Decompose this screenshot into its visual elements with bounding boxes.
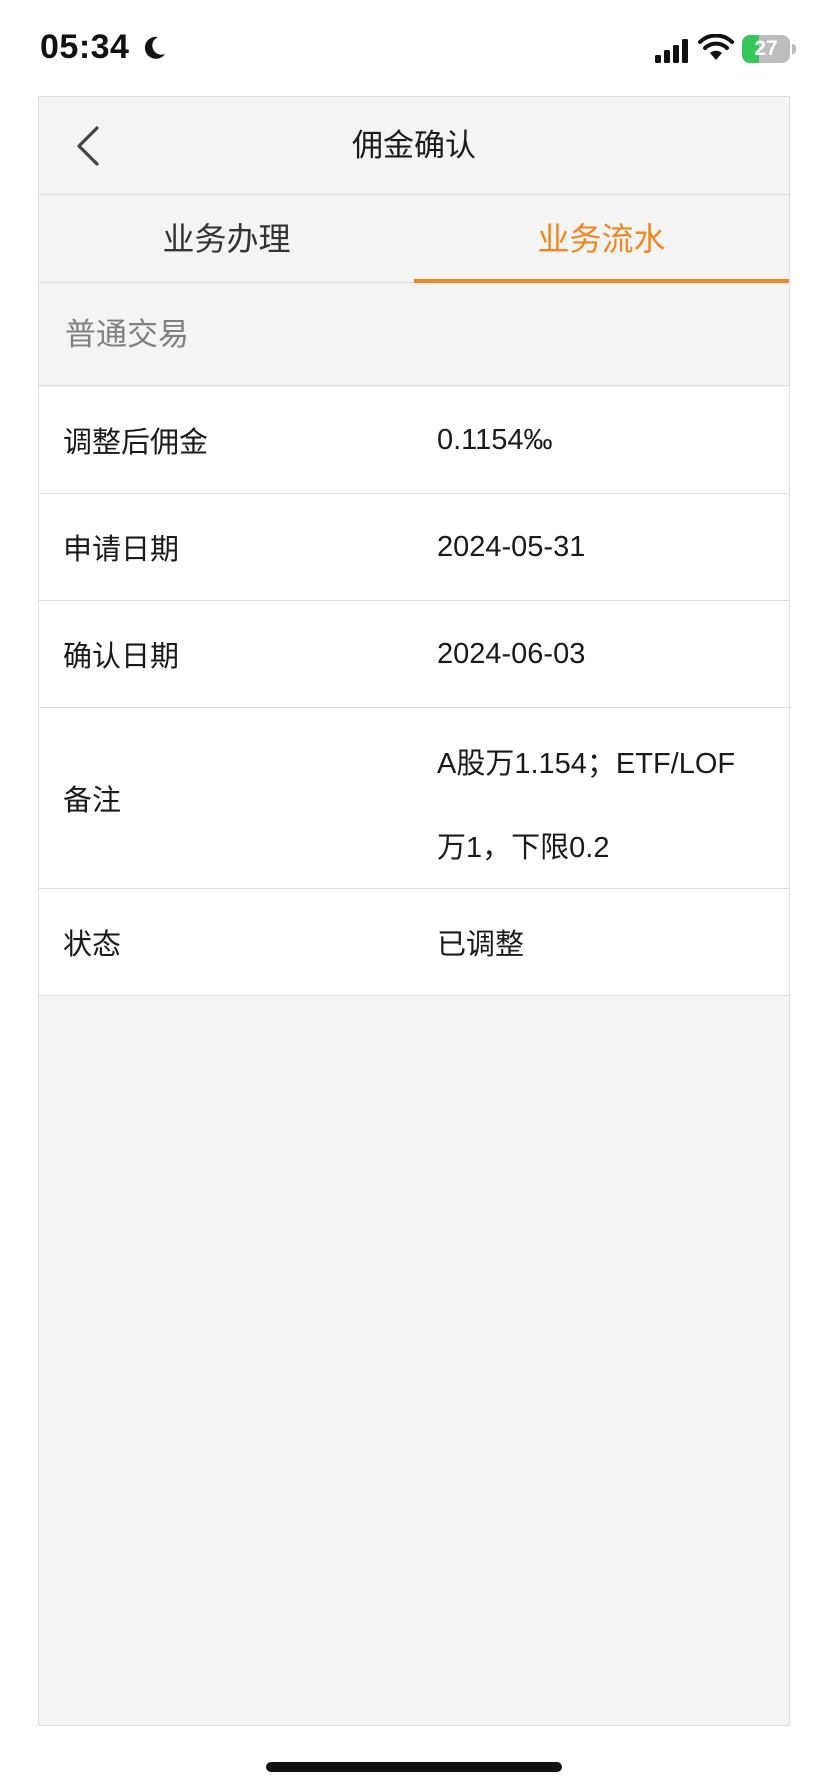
home-indicator[interactable]	[266, 1762, 562, 1772]
nav-bar: 佣金确认	[39, 97, 789, 195]
row-value: 已调整	[437, 929, 525, 961]
row-label: 状态	[63, 927, 122, 961]
section-header: 普通交易	[39, 284, 789, 386]
wifi-icon	[698, 34, 734, 60]
row-value: 2024-05-31	[437, 530, 586, 563]
tab-label: 业务流水	[537, 220, 666, 258]
row-label: 备注	[63, 783, 122, 817]
remarks-line-2: 万1，下限0.2	[437, 832, 610, 864]
tab-business-handling[interactable]: 业务办理	[39, 195, 414, 282]
tab-label: 业务办理	[162, 220, 291, 258]
row-value: A股万1.154；ETF/LOF 万1，下限0.2	[437, 708, 769, 888]
status-time: 05:34	[40, 28, 130, 66]
battery-cap	[792, 44, 796, 54]
battery-icon: 27	[742, 35, 790, 63]
row-remarks: 备注 A股万1.154；ETF/LOF 万1，下限0.2	[39, 708, 789, 889]
row-application-date: 申请日期 2024-05-31	[39, 494, 789, 601]
row-label: 确认日期	[63, 639, 180, 673]
status-bar: 05:34 27	[0, 0, 828, 96]
row-confirmation-date: 确认日期 2024-06-03	[39, 601, 789, 708]
signal-icon	[655, 39, 688, 63]
tab-bar: 业务办理 业务流水	[39, 195, 789, 283]
tab-business-history[interactable]: 业务流水	[414, 195, 789, 283]
row-value: 2024-06-03	[437, 637, 586, 670]
row-adjusted-commission: 调整后佣金 0.1154‰	[39, 387, 789, 494]
row-value: 0.1154‰	[437, 423, 553, 456]
moon-icon	[144, 36, 165, 59]
active-tab-indicator	[414, 279, 789, 283]
row-status: 状态 已调整	[39, 889, 789, 996]
row-label: 调整后佣金	[63, 425, 209, 459]
row-label: 申请日期	[63, 532, 180, 566]
battery-level: 27	[754, 37, 778, 60]
page-title: 佣金确认	[352, 128, 476, 164]
remarks-line-1: A股万1.154；ETF/LOF	[437, 748, 736, 780]
page-container: 佣金确认 业务办理 业务流水 普通交易 调整后佣金 0.1154‰ 申请日期 2…	[38, 96, 790, 1726]
